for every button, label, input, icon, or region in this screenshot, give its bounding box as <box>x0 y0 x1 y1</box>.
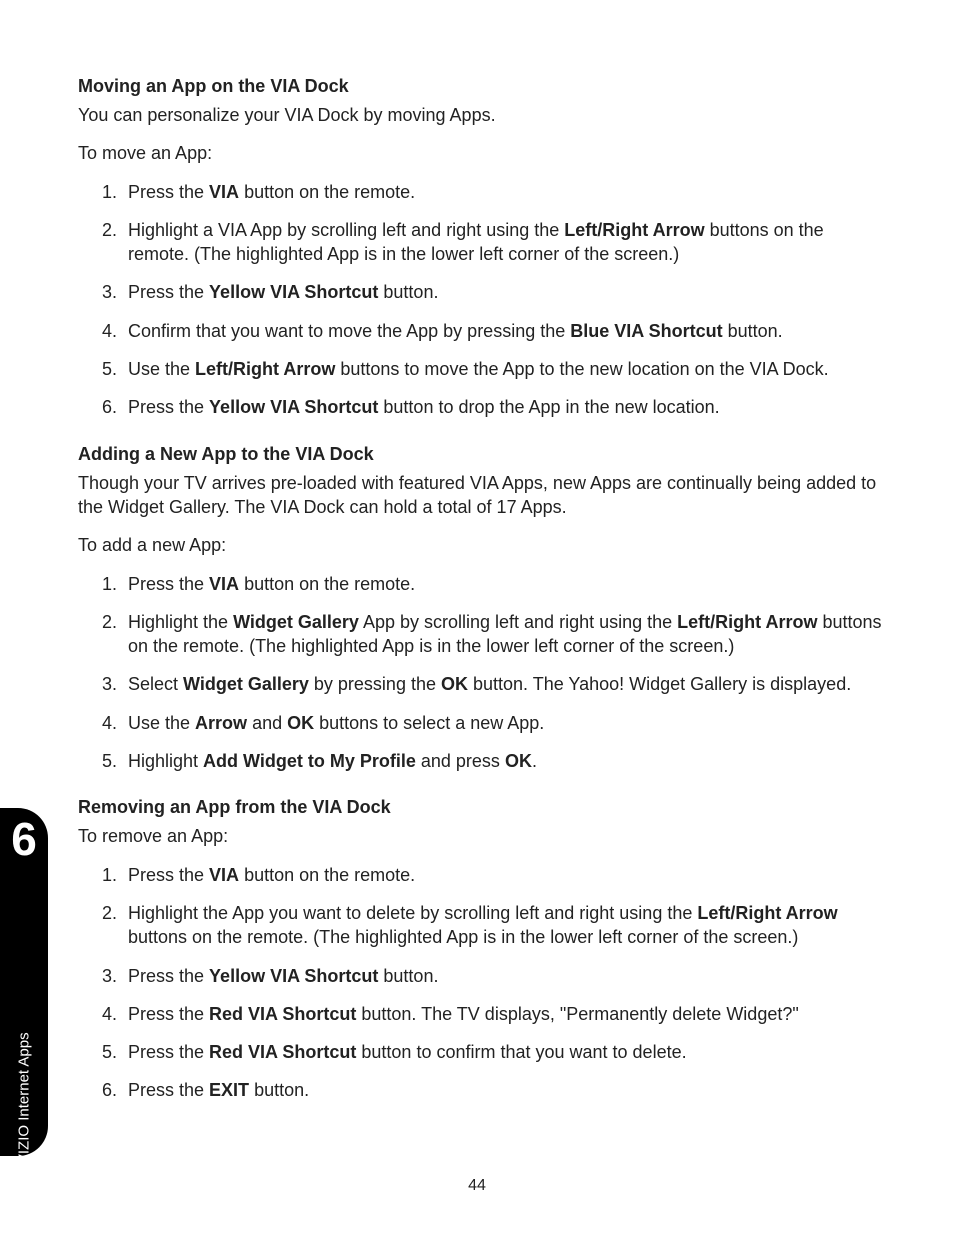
bold-text: Yellow VIA Shortcut <box>209 966 378 986</box>
bold-text: Yellow VIA Shortcut <box>209 282 378 302</box>
bold-text: Arrow <box>195 713 247 733</box>
list-item: Press the Yellow VIA Shortcut button. <box>128 964 884 988</box>
bold-text: VIA <box>209 574 239 594</box>
list-item: Press the EXIT button. <box>128 1078 884 1102</box>
bold-text: EXIT <box>209 1080 249 1100</box>
chapter-number: 6 <box>0 816 48 862</box>
list-item: Use the Arrow and OK buttons to select a… <box>128 711 884 735</box>
bold-text: Red VIA Shortcut <box>209 1004 356 1024</box>
bold-text: Left/Right Arrow <box>564 220 704 240</box>
bold-text: Yellow VIA Shortcut <box>209 397 378 417</box>
section-heading: Adding a New App to the VIA Dock <box>78 444 884 465</box>
step-list: Press the VIA button on the remote. Highl… <box>78 572 884 774</box>
chapter-tab: 6 Using VIZIO Internet Apps <box>0 808 48 1156</box>
list-item: Highlight the App you want to delete by … <box>128 901 884 950</box>
list-item: Press the VIA button on the remote. <box>128 572 884 596</box>
list-item: Press the VIA button on the remote. <box>128 863 884 887</box>
list-item: Select Widget Gallery by pressing the OK… <box>128 672 884 696</box>
section-heading: Removing an App from the VIA Dock <box>78 797 884 818</box>
section: Moving an App on the VIA Dock You can per… <box>78 76 884 420</box>
list-item: Confirm that you want to move the App by… <box>128 319 884 343</box>
list-item: Highlight the Widget Gallery App by scro… <box>128 610 884 659</box>
section: Removing an App from the VIA Dock To remo… <box>78 797 884 1102</box>
page-content: Moving an App on the VIA Dock You can per… <box>0 0 954 1167</box>
bold-text: OK <box>441 674 468 694</box>
step-list: Press the VIA button on the remote. Highl… <box>78 863 884 1103</box>
bold-text: OK <box>287 713 314 733</box>
list-item: Press the VIA button on the remote. <box>128 180 884 204</box>
bold-text: Add Widget to My Profile <box>203 751 416 771</box>
paragraph: You can personalize your VIA Dock by mov… <box>78 103 884 127</box>
bold-text: OK <box>505 751 532 771</box>
list-item: Press the Red VIA Shortcut button to con… <box>128 1040 884 1064</box>
bold-text: Red VIA Shortcut <box>209 1042 356 1062</box>
step-list: Press the VIA button on the remote. Highl… <box>78 180 884 420</box>
bold-text: Left/Right Arrow <box>677 612 817 632</box>
bold-text: Left/Right Arrow <box>697 903 837 923</box>
chapter-label: Using VIZIO Internet Apps <box>16 1032 33 1206</box>
bold-text: VIA <box>209 182 239 202</box>
section: Adding a New App to the VIA Dock Though y… <box>78 444 884 774</box>
list-item: Use the Left/Right Arrow buttons to move… <box>128 357 884 381</box>
bold-text: VIA <box>209 865 239 885</box>
bold-text: Widget Gallery <box>183 674 309 694</box>
bold-text: Widget Gallery <box>233 612 359 632</box>
list-item: Press the Yellow VIA Shortcut button. <box>128 280 884 304</box>
list-item: Press the Red VIA Shortcut button. The T… <box>128 1002 884 1026</box>
paragraph: To remove an App: <box>78 824 884 848</box>
paragraph: To add a new App: <box>78 533 884 557</box>
section-heading: Moving an App on the VIA Dock <box>78 76 884 97</box>
list-item: Highlight Add Widget to My Profile and p… <box>128 749 884 773</box>
bold-text: Blue VIA Shortcut <box>570 321 722 341</box>
page-number: 44 <box>0 1177 954 1195</box>
paragraph: Though your TV arrives pre-loaded with f… <box>78 471 884 520</box>
paragraph: To move an App: <box>78 141 884 165</box>
list-item: Press the Yellow VIA Shortcut button to … <box>128 395 884 419</box>
bold-text: Left/Right Arrow <box>195 359 335 379</box>
list-item: Highlight a VIA App by scrolling left an… <box>128 218 884 267</box>
